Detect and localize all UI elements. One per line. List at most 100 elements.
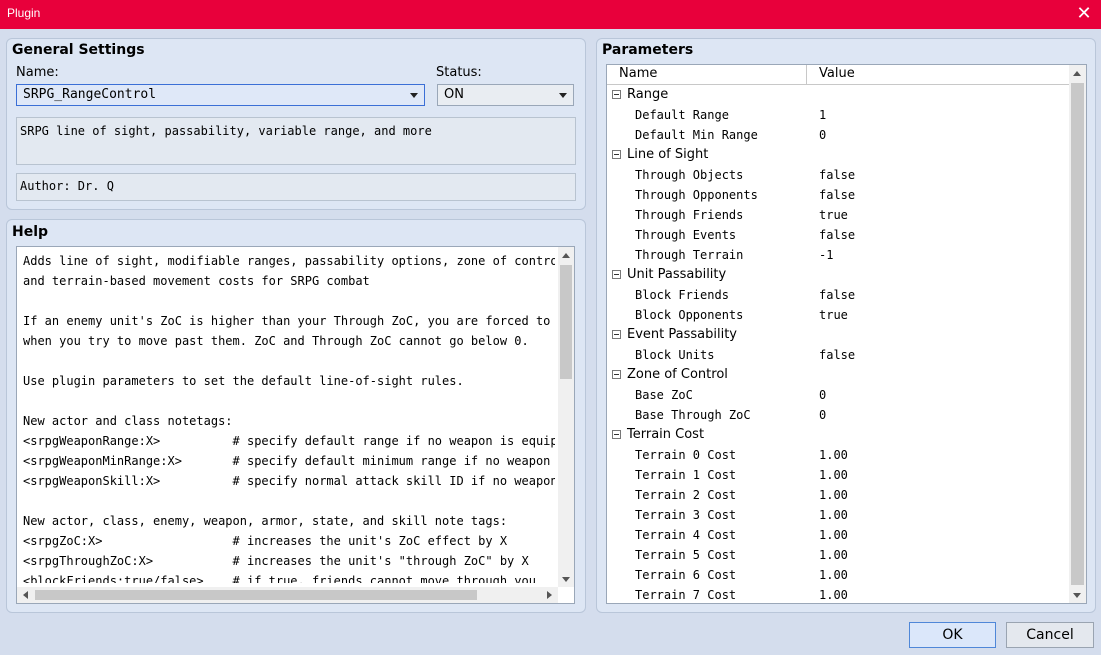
scroll-left-arrow-icon[interactable]	[23, 591, 28, 599]
parameter-row[interactable]: Through Objects false	[607, 165, 1069, 185]
parameter-value[interactable]: false	[819, 345, 855, 365]
help-horizontal-thumb[interactable]	[35, 590, 477, 600]
parameter-name: Through Events	[635, 228, 737, 242]
cancel-button[interactable]: Cancel	[1006, 622, 1094, 648]
parameter-row[interactable]: Terrain 1 Cost 1.00	[607, 465, 1069, 485]
parameter-value[interactable]: 1.00	[819, 505, 848, 525]
collapse-icon[interactable]	[612, 90, 621, 99]
plugin-name-select[interactable]: SRPG_RangeControl	[16, 84, 425, 106]
collapse-icon[interactable]	[612, 150, 621, 159]
parameter-group-row[interactable]: Zone of Control	[607, 365, 1069, 385]
parameter-name: Line of Sight	[627, 147, 709, 162]
help-vertical-thumb[interactable]	[560, 265, 572, 379]
parameter-name: Terrain 1 Cost	[635, 468, 737, 482]
parameter-row[interactable]: Terrain 4 Cost 1.00	[607, 525, 1069, 545]
parameter-value[interactable]: 1.00	[819, 585, 848, 603]
collapse-icon[interactable]	[612, 330, 621, 339]
parameter-row[interactable]: Through Friends true	[607, 205, 1069, 225]
help-textarea[interactable]: Adds line of sight, modifiable ranges, p…	[16, 246, 575, 604]
parameter-name: Terrain 0 Cost	[635, 448, 737, 462]
help-horizontal-scrollbar[interactable]	[17, 587, 558, 603]
scroll-down-arrow-icon[interactable]	[1073, 593, 1081, 598]
parameter-group-row[interactable]: Range	[607, 85, 1069, 105]
parameter-row[interactable]: Base Through ZoC 0	[607, 405, 1069, 425]
name-label: Name:	[16, 65, 59, 80]
parameter-row[interactable]: Block Friends false	[607, 285, 1069, 305]
parameter-name: Default Range	[635, 108, 729, 122]
parameter-value[interactable]: 1.00	[819, 465, 848, 485]
parameter-name: Block Opponents	[635, 308, 744, 322]
scroll-up-arrow-icon[interactable]	[562, 253, 570, 258]
parameter-value[interactable]: 1.00	[819, 525, 848, 545]
parameter-row[interactable]: Block Units false	[607, 345, 1069, 365]
scroll-up-arrow-icon[interactable]	[1073, 71, 1081, 76]
parameter-name: Block Friends	[635, 288, 729, 302]
parameter-value[interactable]: 1.00	[819, 445, 848, 465]
close-icon[interactable]: ✕	[1067, 0, 1101, 29]
column-divider[interactable]	[806, 65, 807, 84]
plugin-name-value: SRPG_RangeControl	[23, 87, 157, 102]
parameter-name: Through Opponents	[635, 188, 758, 202]
parameter-group-row[interactable]: Terrain Cost	[607, 425, 1069, 445]
parameter-row[interactable]: Through Events false	[607, 225, 1069, 245]
collapse-icon[interactable]	[612, 370, 621, 379]
parameter-row[interactable]: Through Terrain -1	[607, 245, 1069, 265]
status-value: ON	[444, 87, 464, 102]
parameter-name: Unit Passability	[627, 267, 727, 282]
parameter-value[interactable]: false	[819, 185, 855, 205]
parameter-group-row[interactable]: Unit Passability	[607, 265, 1069, 285]
parameter-value[interactable]: -1	[819, 245, 833, 265]
parameter-name: Default Min Range	[635, 128, 758, 142]
parameters-grid[interactable]: Name Value Range Default Range 1 Default Mi…	[606, 64, 1087, 604]
parameter-name: Terrain 7 Cost	[635, 588, 737, 602]
scroll-down-arrow-icon[interactable]	[562, 577, 570, 582]
parameter-value[interactable]: true	[819, 205, 848, 225]
parameter-value[interactable]: false	[819, 225, 855, 245]
parameters-vertical-thumb[interactable]	[1071, 83, 1084, 585]
help-line: Use plugin parameters to set the default…	[23, 374, 464, 388]
parameter-group-row[interactable]: Line of Sight	[607, 145, 1069, 165]
column-header-value[interactable]: Value	[819, 66, 855, 81]
parameter-value[interactable]: false	[819, 285, 855, 305]
collapse-icon[interactable]	[612, 430, 621, 439]
help-line: New actor, class, enemy, weapon, armor, …	[23, 514, 508, 528]
parameters-title: Parameters	[602, 42, 694, 58]
parameter-row[interactable]: Terrain 3 Cost 1.00	[607, 505, 1069, 525]
parameter-row[interactable]: Terrain 5 Cost 1.00	[607, 545, 1069, 565]
column-header-name[interactable]: Name	[619, 66, 657, 81]
help-line	[23, 491, 555, 511]
parameters-vertical-scrollbar[interactable]	[1069, 65, 1086, 603]
parameter-row[interactable]: Default Range 1	[607, 105, 1069, 125]
parameter-row[interactable]: Default Min Range 0	[607, 125, 1069, 145]
parameter-value[interactable]: false	[819, 165, 855, 185]
parameter-row[interactable]: Through Opponents false	[607, 185, 1069, 205]
parameter-row[interactable]: Terrain 7 Cost 1.00	[607, 585, 1069, 603]
parameter-name: Event Passability	[627, 327, 737, 342]
parameter-value[interactable]: 0	[819, 405, 826, 425]
parameter-group-row[interactable]: Event Passability	[607, 325, 1069, 345]
parameter-value[interactable]: 1.00	[819, 545, 848, 565]
collapse-icon[interactable]	[612, 270, 621, 279]
parameter-name: Terrain 2 Cost	[635, 488, 737, 502]
plugin-description: SRPG line of sight, passability, variabl…	[16, 117, 576, 165]
parameter-row[interactable]: Block Opponents true	[607, 305, 1069, 325]
parameter-value[interactable]: 1.00	[819, 565, 848, 585]
chevron-down-icon	[410, 93, 418, 98]
parameter-row[interactable]: Terrain 6 Cost 1.00	[607, 565, 1069, 585]
parameter-name: Terrain 6 Cost	[635, 568, 737, 582]
ok-button[interactable]: OK	[909, 622, 996, 648]
parameter-value[interactable]: true	[819, 305, 848, 325]
parameter-value[interactable]: 0	[819, 125, 826, 145]
parameter-name: Terrain Cost	[627, 427, 705, 442]
help-line: <srpgWeaponSkill:X> # specify normal att…	[23, 474, 555, 488]
parameter-value[interactable]: 0	[819, 385, 826, 405]
parameter-value[interactable]: 1	[819, 105, 826, 125]
parameter-row[interactable]: Terrain 0 Cost 1.00	[607, 445, 1069, 465]
scroll-right-arrow-icon[interactable]	[547, 591, 552, 599]
help-vertical-scrollbar[interactable]	[558, 247, 574, 587]
status-select[interactable]: ON	[437, 84, 574, 106]
parameter-row[interactable]: Terrain 2 Cost 1.00	[607, 485, 1069, 505]
parameter-value[interactable]: 1.00	[819, 485, 848, 505]
general-settings-title: General Settings	[12, 42, 145, 58]
parameter-row[interactable]: Base ZoC 0	[607, 385, 1069, 405]
